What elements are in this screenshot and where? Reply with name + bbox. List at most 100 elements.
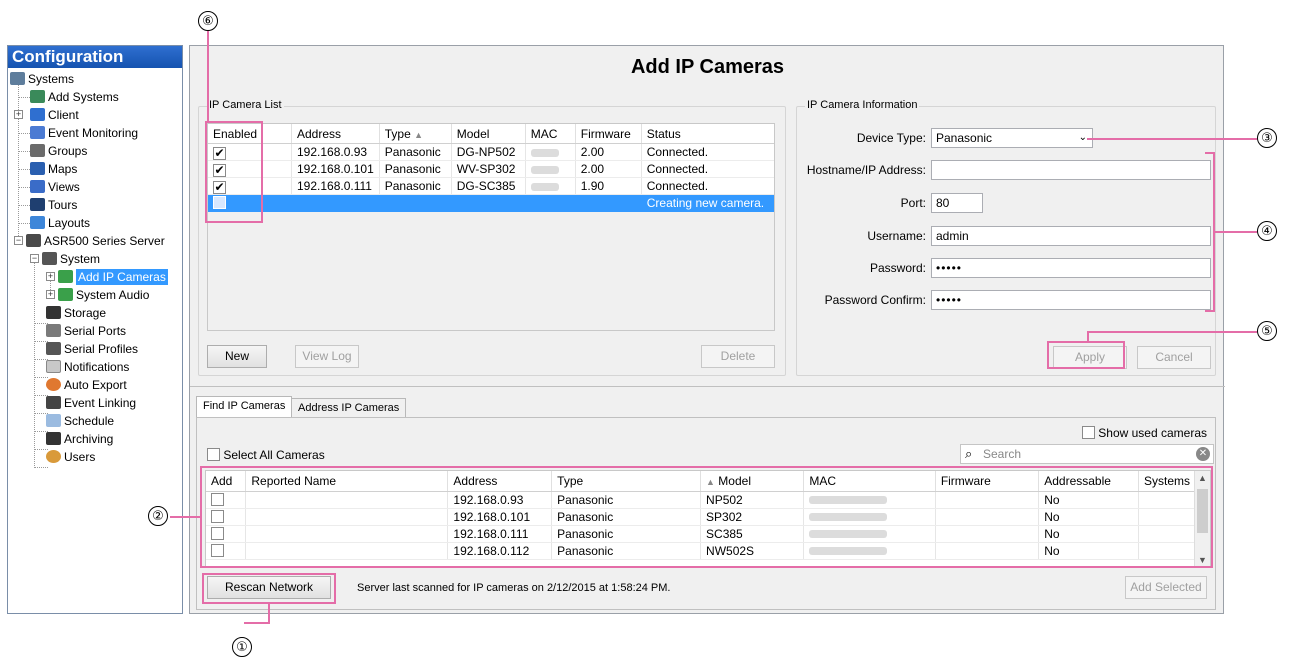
tree-item-systems[interactable]: Systems [10, 70, 74, 88]
col-mac[interactable]: MAC [525, 123, 576, 144]
callout-1-leader [244, 622, 270, 624]
add-ip-cameras-expander[interactable]: + [46, 272, 55, 281]
tree-item-groups[interactable]: Groups [30, 142, 87, 160]
firmware-cell [575, 194, 642, 212]
tree-item-add-ip-cameras[interactable]: Add IP Cameras [58, 268, 168, 286]
maps-icon [30, 162, 45, 175]
address-cell: 192.168.0.101 [291, 160, 380, 178]
callout-6: ⑥ [198, 11, 218, 31]
tree-item-schedule[interactable]: Schedule [46, 412, 114, 430]
select-all-label: Select All Cameras [223, 448, 325, 462]
camera-list-header-row: Enabled Address Type ▲ Model MAC Firmwar… [207, 123, 776, 144]
page-title: Add IP Cameras [630, 56, 785, 78]
camera-row[interactable]: ✔ 192.168.0.111 Panasonic DG-SC385 1.90 … [207, 177, 776, 195]
select-all-cameras-checkbox[interactable]: Select All Cameras [207, 448, 325, 462]
delete-button[interactable]: Delete [701, 345, 775, 368]
mac-redacted [530, 148, 559, 157]
clear-search-icon[interactable]: ✕ [1196, 447, 1210, 461]
show-used-checkbox-box[interactable] [1081, 426, 1095, 439]
type-cell [379, 194, 452, 212]
client-expander[interactable]: + [14, 110, 23, 119]
tree-item-event-monitoring[interactable]: Event Monitoring [30, 124, 138, 142]
model-cell: DG-SC385 [451, 177, 526, 195]
schedule-icon [46, 414, 61, 427]
users-icon [46, 450, 61, 463]
col-status[interactable]: Status [641, 123, 776, 144]
tree-item-system-audio[interactable]: System Audio [58, 286, 149, 304]
col-model[interactable]: Model [451, 123, 526, 144]
callout-4-leader [1215, 231, 1257, 233]
view-log-button[interactable]: View Log [295, 345, 359, 368]
ip-camera-list-table: Enabled Address Type ▲ Model MAC Firmwar… [207, 123, 776, 212]
device-type-label: Device Type: [856, 131, 926, 145]
password-confirm-label: Password Confirm: [824, 293, 926, 307]
device-type-value: Panasonic [936, 131, 993, 145]
auto-export-icon [46, 378, 61, 391]
audio-icon [58, 288, 73, 301]
tab-address-ip-cameras[interactable]: Address IP Cameras [291, 398, 407, 418]
callout-2-leader [170, 516, 200, 518]
tree-item-client[interactable]: Client [30, 106, 79, 124]
password-label: Password: [869, 261, 926, 275]
model-cell [451, 194, 526, 212]
server-expander[interactable]: − [14, 236, 23, 245]
password-input[interactable]: ••••• [931, 258, 1211, 278]
camera-row-new[interactable]: Creating new camera. [207, 194, 776, 212]
add-selected-button[interactable]: Add Selected [1125, 576, 1207, 599]
tree-item-serial-ports[interactable]: Serial Ports [46, 322, 126, 340]
device-type-select[interactable]: Panasonic ⌄ [931, 128, 1093, 148]
search-icon: ⌕ [965, 446, 973, 461]
system-expander[interactable]: − [30, 254, 39, 263]
tree-item-views[interactable]: Views [30, 178, 80, 196]
new-button[interactable]: New [207, 345, 267, 368]
tab-find-ip-cameras[interactable]: Find IP Cameras [196, 396, 293, 418]
port-input[interactable]: 80 [931, 193, 983, 213]
client-icon [30, 108, 45, 121]
show-used-cameras-checkbox[interactable]: Show used cameras [1081, 426, 1207, 440]
callout-5: ⑤ [1257, 321, 1277, 341]
mac-cell [525, 143, 576, 161]
username-input[interactable]: admin [931, 226, 1211, 246]
select-all-checkbox-box[interactable] [207, 448, 220, 461]
status-cell: Connected. [641, 143, 776, 161]
add-systems-icon [30, 90, 45, 103]
ip-camera-icon [58, 270, 73, 283]
search-box[interactable]: ⌕ Search ✕ [960, 444, 1214, 464]
mac-redacted [530, 165, 559, 174]
tree-item-asr500-server[interactable]: ASR500 Series Server [26, 232, 165, 250]
highlight-enabled-column [205, 121, 263, 223]
tree-item-serial-profiles[interactable]: Serial Profiles [46, 340, 138, 358]
password-confirm-input[interactable]: ••••• [931, 290, 1211, 310]
tree-item-auto-export[interactable]: Auto Export [46, 376, 127, 394]
tree-item-maps[interactable]: Maps [30, 160, 77, 178]
callout-4-bracket-top [1205, 152, 1215, 154]
cancel-button[interactable]: Cancel [1137, 346, 1211, 369]
tree-item-tours[interactable]: Tours [30, 196, 77, 214]
tree-item-notifications[interactable]: Notifications [46, 358, 129, 376]
highlight-discovered-table [200, 466, 1213, 568]
tours-icon [30, 198, 45, 211]
tree-item-system[interactable]: System [42, 250, 100, 268]
tree-item-add-systems[interactable]: Add Systems [30, 88, 119, 106]
tree-item-users[interactable]: Users [46, 448, 95, 466]
type-cell: Panasonic [379, 177, 452, 195]
col-type[interactable]: Type ▲ [379, 123, 452, 144]
camera-row[interactable]: ✔ 192.168.0.93 Panasonic DG-NP502 2.00 C… [207, 143, 776, 161]
type-cell: Panasonic [379, 143, 452, 161]
address-cell: 192.168.0.111 [291, 177, 380, 195]
callout-1: ① [232, 637, 252, 657]
type-cell: Panasonic [379, 160, 452, 178]
callout-4: ④ [1257, 221, 1277, 241]
tree-item-storage[interactable]: Storage [46, 304, 106, 322]
col-address[interactable]: Address [291, 123, 380, 144]
tree-item-layouts[interactable]: Layouts [30, 214, 90, 232]
col-firmware[interactable]: Firmware [575, 123, 642, 144]
section-divider [190, 386, 1225, 387]
hostname-input[interactable] [931, 160, 1211, 180]
status-cell: Connected. [641, 160, 776, 178]
tree-item-event-linking[interactable]: Event Linking [46, 394, 136, 412]
notifications-icon [46, 360, 61, 373]
camera-row[interactable]: ✔ 192.168.0.101 Panasonic WV-SP302 2.00 … [207, 160, 776, 178]
tree-item-archiving[interactable]: Archiving [46, 430, 113, 448]
system-audio-expander[interactable]: + [46, 290, 55, 299]
